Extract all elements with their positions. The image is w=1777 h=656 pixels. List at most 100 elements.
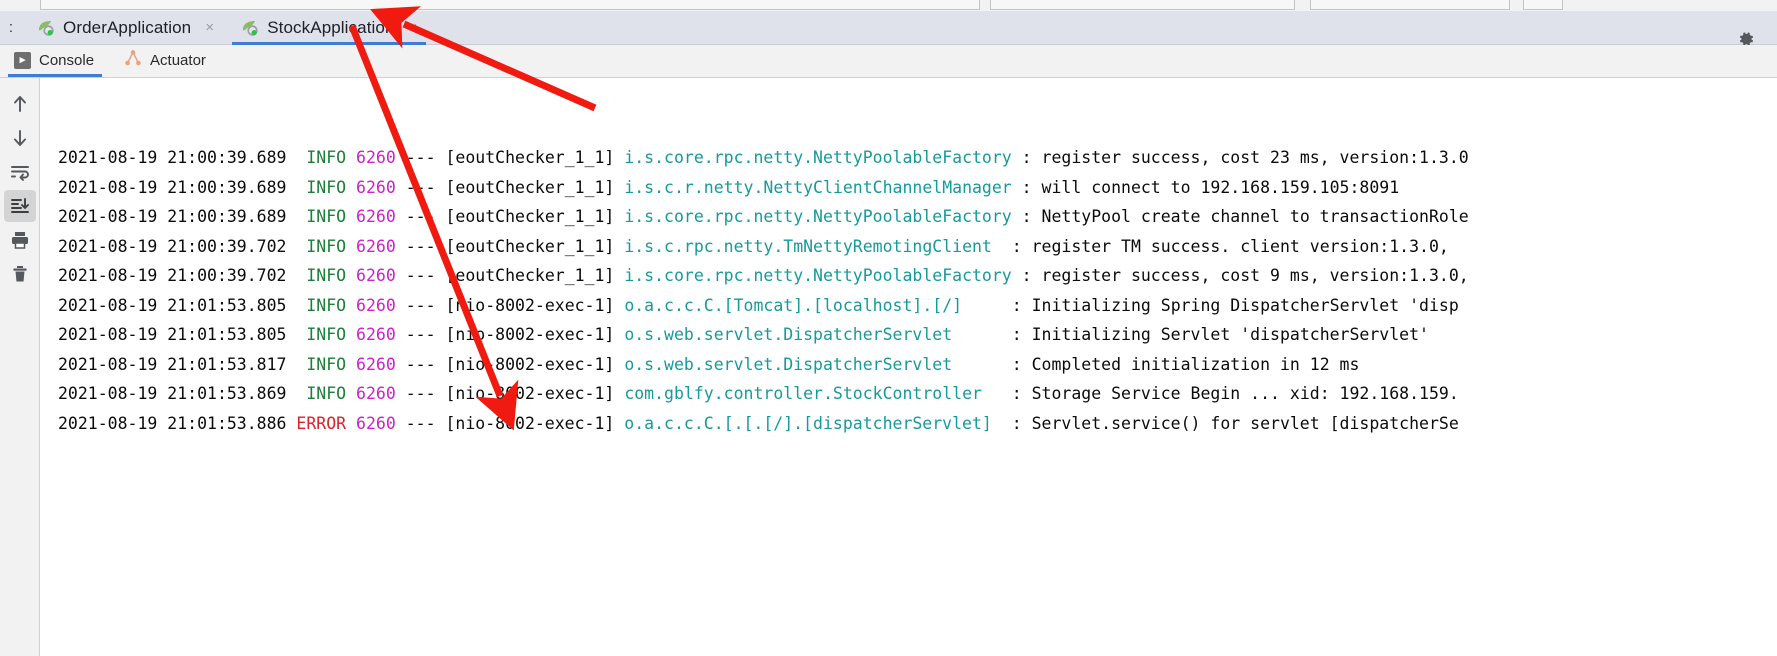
log-logger[interactable]: o.a.c.c.C.[.[.[/].[dispatcherServlet] bbox=[624, 414, 992, 433]
spring-boot-icon bbox=[240, 18, 260, 38]
log-timestamp: 2021-08-19 21:00:39.702 bbox=[58, 236, 287, 256]
log-level: INFO bbox=[306, 325, 347, 344]
console-log-line: 2021-08-19 21:00:39.702 INFO 6260 --- [e… bbox=[40, 261, 1777, 291]
console-log-line: 2021-08-19 21:00:39.689 INFO 6260 --- [e… bbox=[40, 143, 1777, 173]
log-thread: [eoutChecker_1_1] bbox=[445, 207, 615, 226]
console-log-line: 2021-08-19 21:00:39.689 INFO 6260 --- [e… bbox=[40, 173, 1777, 203]
log-separator: --- bbox=[405, 413, 436, 433]
console-log-line: 2021-08-19 21:00:39.689 INFO 6260 --- [e… bbox=[40, 202, 1777, 232]
log-timestamp: 2021-08-19 21:01:53.805 bbox=[58, 325, 287, 344]
run-tab-order-application[interactable]: OrderApplication × bbox=[22, 11, 226, 45]
log-level: ERROR bbox=[296, 413, 347, 433]
log-pid: 6260 bbox=[356, 177, 396, 197]
log-timestamp: 2021-08-19 21:00:39.689 bbox=[58, 148, 287, 167]
log-pid: 6260 bbox=[356, 325, 396, 344]
tab-actuator[interactable]: Actuator bbox=[110, 44, 222, 77]
log-logger[interactable]: i.s.core.rpc.netty.NettyPoolableFactory bbox=[624, 207, 1011, 226]
log-timestamp: 2021-08-19 21:01:53.869 bbox=[58, 384, 287, 403]
console-log-line: 2021-08-19 21:01:53.817 INFO 6260 --- [n… bbox=[40, 350, 1777, 380]
log-message: : register success, cost 23 ms, version:… bbox=[1011, 148, 1469, 167]
log-separator: --- bbox=[405, 384, 436, 403]
log-timestamp: 2021-08-19 21:00:39.689 bbox=[58, 207, 287, 226]
log-thread: [nio-8002-exec-1] bbox=[445, 384, 615, 403]
console-toolbar bbox=[0, 78, 40, 656]
log-message: : Completed initialization in 12 ms bbox=[952, 354, 1360, 374]
log-thread: [eoutChecker_1_1] bbox=[445, 177, 615, 197]
log-logger[interactable]: o.s.web.servlet.DispatcherServlet bbox=[624, 355, 952, 374]
run-configuration-tab-bar: : OrderApplication × StockApplication × bbox=[0, 11, 1777, 46]
log-pid: 6260 bbox=[356, 354, 396, 374]
log-logger[interactable]: o.a.c.c.C.[Tomcat].[localhost].[/] bbox=[624, 296, 962, 315]
log-level: INFO bbox=[306, 207, 347, 226]
console-log-line: 2021-08-19 21:01:53.869 INFO 6260 --- [n… bbox=[40, 379, 1777, 409]
log-level: INFO bbox=[306, 148, 347, 167]
log-logger[interactable]: i.s.c.r.netty.NettyClientChannelManager bbox=[624, 178, 1011, 197]
trash-icon[interactable] bbox=[4, 258, 36, 290]
log-level: INFO bbox=[306, 354, 347, 374]
tab-console[interactable]: ▸ Console bbox=[0, 44, 110, 77]
actuator-icon bbox=[124, 49, 142, 72]
run-tabs-prefix: : bbox=[8, 18, 14, 36]
log-message: : NettyPool create channel to transactio… bbox=[1011, 207, 1469, 226]
spring-boot-icon bbox=[36, 18, 56, 38]
log-logger[interactable]: o.s.web.servlet.DispatcherServlet bbox=[624, 325, 952, 344]
log-timestamp: 2021-08-19 21:00:39.702 bbox=[58, 266, 287, 285]
log-pid: 6260 bbox=[356, 413, 396, 433]
console-log-line: 2021-08-19 21:00:39.702 INFO 6260 --- [e… bbox=[40, 232, 1777, 262]
down-arrow-icon[interactable] bbox=[4, 122, 36, 154]
print-icon[interactable] bbox=[4, 224, 36, 256]
log-timestamp: 2021-08-19 21:00:39.689 bbox=[58, 177, 287, 197]
log-timestamp: 2021-08-19 21:01:53.805 bbox=[58, 295, 287, 315]
close-icon[interactable]: × bbox=[202, 20, 217, 35]
log-pid: 6260 bbox=[356, 266, 396, 285]
log-pid: 6260 bbox=[356, 148, 396, 167]
log-message: : register success, cost 9 ms, version:1… bbox=[1011, 266, 1469, 285]
log-level: INFO bbox=[306, 384, 347, 403]
scroll-to-end-icon[interactable] bbox=[3, 190, 36, 222]
log-timestamp: 2021-08-19 21:01:53.886 bbox=[58, 413, 287, 433]
log-message: : Storage Service Begin ... xid: 192.168… bbox=[981, 384, 1459, 403]
top-strip-slab bbox=[1310, 0, 1510, 10]
log-logger[interactable]: com.gblfy.controller.StockController bbox=[624, 384, 982, 403]
log-message: : Initializing Servlet 'dispatcherServle… bbox=[952, 325, 1429, 344]
log-separator: --- bbox=[405, 236, 436, 256]
log-level: INFO bbox=[306, 236, 347, 256]
tab-actuator-label: Actuator bbox=[150, 52, 206, 69]
run-tab-label: StockApplication bbox=[267, 17, 395, 37]
log-pid: 6260 bbox=[356, 295, 396, 315]
close-icon[interactable]: × bbox=[406, 20, 421, 35]
log-thread: [nio-8002-exec-1] bbox=[445, 295, 615, 315]
top-strip-slab-highlight bbox=[1523, 0, 1563, 10]
log-logger[interactable]: i.s.c.rpc.netty.TmNettyRemotingClient bbox=[624, 237, 992, 256]
top-strip-slab bbox=[990, 0, 1295, 10]
run-tab-label: OrderApplication bbox=[63, 17, 192, 37]
log-thread: [eoutChecker_1_1] bbox=[445, 236, 615, 256]
log-separator: --- bbox=[405, 266, 436, 285]
log-logger[interactable]: i.s.core.rpc.netty.NettyPoolableFactory bbox=[624, 148, 1011, 167]
tab-console-label: Console bbox=[39, 52, 95, 69]
up-arrow-icon[interactable] bbox=[4, 88, 36, 120]
log-separator: --- bbox=[405, 148, 436, 167]
log-logger[interactable]: i.s.core.rpc.netty.NettyPoolableFactory bbox=[624, 266, 1011, 285]
log-separator: --- bbox=[405, 354, 436, 374]
log-separator: --- bbox=[405, 295, 436, 315]
log-pid: 6260 bbox=[356, 236, 396, 256]
log-message: : will connect to 192.168.159.105:8091 bbox=[1011, 177, 1400, 197]
console-output[interactable]: 2021-08-19 21:00:39.689 INFO 6260 --- [e… bbox=[40, 78, 1777, 656]
log-level: INFO bbox=[306, 177, 347, 197]
log-thread: [nio-8002-exec-1] bbox=[445, 354, 615, 374]
window-top-strip bbox=[0, 0, 1777, 11]
log-level: INFO bbox=[306, 266, 347, 285]
log-thread: [eoutChecker_1_1] bbox=[445, 266, 615, 285]
log-timestamp: 2021-08-19 21:01:53.817 bbox=[58, 354, 287, 374]
log-separator: --- bbox=[405, 177, 436, 197]
log-separator: --- bbox=[405, 325, 436, 344]
run-tab-stock-application[interactable]: StockApplication × bbox=[226, 11, 429, 45]
log-level: INFO bbox=[306, 295, 347, 315]
log-message: : register TM success. client version:1.… bbox=[991, 236, 1449, 256]
tool-window-tab-bar: ▸ Console Actuator bbox=[0, 45, 1777, 78]
log-separator: --- bbox=[405, 207, 436, 226]
console-icon: ▸ bbox=[14, 52, 31, 69]
soft-wrap-icon[interactable] bbox=[4, 156, 36, 188]
